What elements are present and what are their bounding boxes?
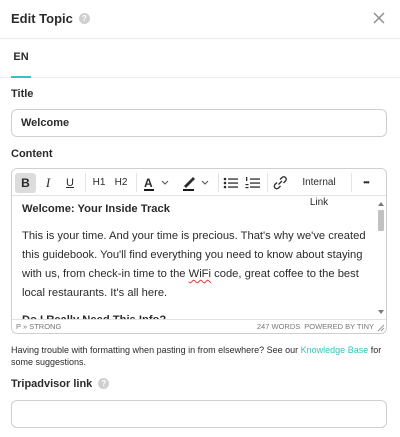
rich-text-editor[interactable]: B I U H1 H2 A Internal Link ••• Welcome:…	[11, 168, 387, 334]
tab-active-indicator	[11, 76, 31, 78]
toolbar-divider	[267, 173, 268, 192]
close-icon[interactable]	[372, 11, 386, 25]
toolbar-divider	[85, 173, 86, 192]
scroll-down-icon[interactable]	[377, 308, 385, 316]
content-paragraph: This is your time. And your time is prec…	[22, 230, 366, 299]
editor-toolbar: B I U H1 H2 A Internal Link •••	[12, 169, 386, 208]
bullet-list-button[interactable]	[222, 173, 240, 193]
chevron-down-icon	[161, 180, 169, 185]
chevron-down-icon	[201, 180, 209, 185]
heading2-button[interactable]: H2	[112, 173, 130, 193]
editor-scrollbar[interactable]	[377, 200, 385, 316]
heading1-button[interactable]: H1	[90, 173, 108, 193]
language-tabs: EN	[0, 38, 400, 78]
link-icon	[273, 176, 287, 190]
modal-title: Edit Topic?	[11, 11, 90, 26]
spellcheck-word: WiFi	[188, 268, 212, 280]
italic-button[interactable]: I	[40, 173, 56, 193]
help-icon[interactable]: ?	[98, 377, 110, 389]
editor-content[interactable]: Welcome: Your Inside Track This is your …	[12, 197, 376, 320]
text-color-icon: A	[144, 176, 169, 191]
more-options-button[interactable]: •••	[355, 173, 377, 193]
highlight-icon	[183, 177, 209, 191]
title-label: Title	[11, 88, 34, 100]
element-path[interactable]: P » STRONG	[16, 320, 61, 333]
bold-button[interactable]: B	[15, 173, 36, 193]
tab-en[interactable]: EN	[11, 51, 31, 63]
modal-title-text: Edit Topic	[11, 11, 73, 26]
tripadvisor-link-input[interactable]	[11, 400, 387, 428]
underline-button[interactable]: U	[62, 173, 78, 193]
knowledge-base-link[interactable]: Knowledge Base	[301, 345, 369, 355]
scroll-up-icon[interactable]	[377, 200, 385, 208]
help-icon[interactable]: ?	[78, 13, 90, 25]
editor-statusbar: P » STRONG 247 WORDS POWERED BY TINY	[12, 319, 386, 333]
powered-by-link[interactable]: POWERED BY TINY	[304, 322, 374, 331]
scrollbar-thumb[interactable]	[378, 210, 384, 231]
toolbar-divider	[218, 173, 219, 192]
toolbar-divider	[351, 173, 352, 192]
bullet-list-icon	[223, 177, 238, 189]
content-label: Content	[11, 148, 53, 160]
title-input[interactable]: Welcome	[11, 109, 387, 137]
text-color-glyph: A	[144, 176, 153, 190]
numbered-list-button[interactable]	[244, 173, 262, 193]
resize-icon[interactable]	[377, 324, 385, 332]
toolbar-divider	[136, 173, 137, 192]
internal-link-button[interactable]: Internal Link	[292, 173, 346, 208]
content-heading: Welcome: Your Inside Track	[22, 203, 170, 215]
link-button[interactable]	[271, 173, 289, 193]
numbered-list-icon	[245, 177, 260, 189]
highlight-color-button[interactable]	[180, 173, 214, 193]
tripadvisor-label: Tripadvisor link?	[11, 377, 110, 390]
text-color-button[interactable]: A	[142, 173, 174, 193]
formatting-help-text: Having trouble with formatting when past…	[11, 345, 382, 367]
modal-header: Edit Topic?	[0, 0, 400, 38]
word-count: 247 WORDS POWERED BY TINY	[256, 322, 374, 331]
